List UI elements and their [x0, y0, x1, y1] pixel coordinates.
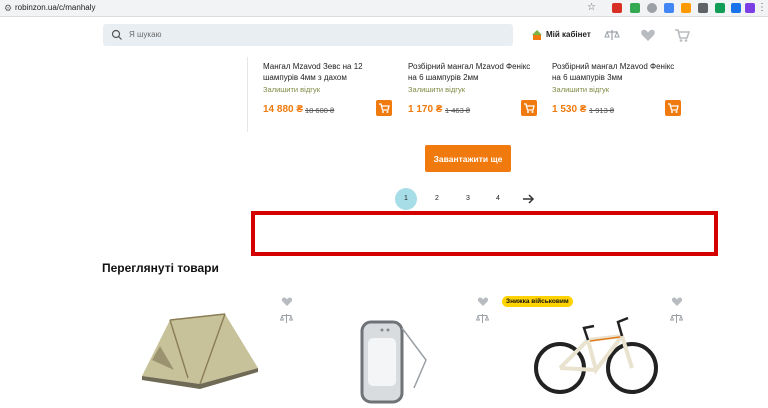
- product-price: 14 880 ₴: [263, 104, 304, 115]
- product-card[interactable]: Мангал Mzavod Зевс на 12 шампурів 4мм з …: [263, 57, 407, 132]
- cart-icon: [524, 103, 535, 113]
- product-price: 1 170 ₴: [408, 104, 443, 115]
- pagination-page-1[interactable]: 1: [395, 188, 417, 210]
- wishlist-heart-icon[interactable]: [281, 296, 293, 307]
- compare-icon[interactable]: [604, 27, 620, 43]
- product-card[interactable]: Розбірний мангал Mzavod Фенікс на 6 шамп…: [408, 57, 552, 132]
- my-account-label: Мій кабінет: [546, 30, 591, 39]
- wishlist-heart-icon[interactable]: [671, 296, 683, 307]
- search-input[interactable]: Я шукаю: [129, 30, 162, 39]
- extension-icon[interactable]: [715, 3, 725, 13]
- search-icon: [111, 29, 122, 40]
- address-bar[interactable]: robinzon.ua/c/manhaly: [15, 3, 96, 12]
- product-list: Мангал Mzavod Зевс на 12 шампурів 4мм з …: [247, 57, 691, 132]
- product-image-lantern[interactable]: [350, 288, 440, 408]
- leave-review-link[interactable]: Залишити відгук: [408, 85, 465, 94]
- product-title[interactable]: Розбірний мангал Mzavod Фенікс на 6 шамп…: [408, 61, 538, 83]
- next-page-arrow-icon[interactable]: [521, 192, 535, 206]
- product-card[interactable]: Розбірний мангал Mzavod Фенікс на 6 шамп…: [552, 57, 696, 132]
- bookmark-star-icon[interactable]: ☆: [587, 2, 596, 13]
- extension-icon[interactable]: [681, 3, 691, 13]
- site-settings-icon[interactable]: ⚙: [4, 4, 13, 13]
- compare-icon[interactable]: [280, 313, 293, 324]
- load-more-button[interactable]: Завантажити ще: [425, 145, 511, 172]
- pagination-page-4[interactable]: 4: [487, 188, 509, 210]
- add-to-cart-button[interactable]: [376, 100, 392, 116]
- ad-placeholder-box: [251, 211, 718, 256]
- wishlist-heart-icon[interactable]: [640, 27, 656, 43]
- product-old-price: 18 600 ₴: [305, 106, 335, 115]
- recently-viewed-heading: Переглянуті товари: [102, 261, 219, 275]
- leave-review-link[interactable]: Залишити відгук: [263, 85, 320, 94]
- product-old-price: 1 913 ₴: [589, 106, 615, 115]
- pagination-page-3[interactable]: 3: [457, 188, 479, 210]
- product-image-bicycle[interactable]: [530, 288, 660, 408]
- extension-icon[interactable]: [664, 3, 674, 13]
- search-bar[interactable]: Я шукаю: [103, 24, 513, 46]
- cart-icon[interactable]: [674, 27, 690, 43]
- extension-icon[interactable]: [630, 3, 640, 13]
- product-image-tent[interactable]: [130, 288, 265, 408]
- extension-icon[interactable]: [731, 3, 741, 13]
- product-old-price: 1 463 ₴: [445, 106, 471, 115]
- add-to-cart-button[interactable]: [665, 100, 681, 116]
- compare-icon[interactable]: [476, 313, 489, 324]
- cart-icon: [668, 103, 679, 113]
- leave-review-link[interactable]: Залишити відгук: [552, 85, 609, 94]
- browser-toolbar: ⚙ robinzon.ua/c/manhaly ☆ ⋮: [0, 0, 768, 17]
- extension-icon[interactable]: [612, 3, 622, 13]
- extension-icon[interactable]: [698, 3, 708, 13]
- extension-icon[interactable]: [745, 3, 755, 13]
- product-price: 1 530 ₴: [552, 104, 587, 115]
- extension-icon[interactable]: [647, 3, 657, 13]
- user-icon: [532, 30, 542, 40]
- wishlist-heart-icon[interactable]: [477, 296, 489, 307]
- browser-menu-icon[interactable]: ⋮: [757, 2, 767, 13]
- add-to-cart-button[interactable]: [521, 100, 537, 116]
- product-title[interactable]: Розбірний мангал Mzavod Фенікс на 6 шамп…: [552, 61, 682, 83]
- pagination-page-2[interactable]: 2: [426, 188, 448, 210]
- product-title[interactable]: Мангал Mzavod Зевс на 12 шампурів 4мм з …: [263, 61, 393, 83]
- compare-icon[interactable]: [670, 313, 683, 324]
- cart-icon: [379, 103, 390, 113]
